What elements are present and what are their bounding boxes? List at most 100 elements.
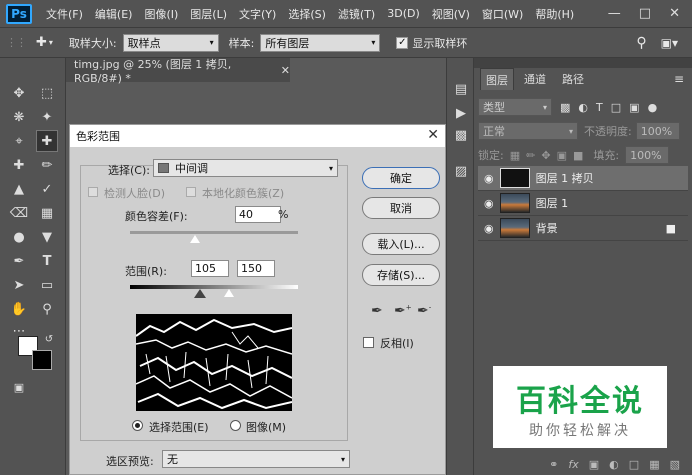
visibility-eye-icon[interactable]: ◉: [484, 222, 494, 235]
panel-menu-icon[interactable]: ≡: [674, 72, 684, 86]
menu-3d[interactable]: 3D(D): [381, 7, 426, 20]
menu-edit[interactable]: 编辑(E): [89, 6, 139, 22]
zoom-tool-icon[interactable]: ⚲: [36, 298, 58, 320]
pen-tool-icon[interactable]: ✒: [8, 250, 30, 272]
fx-icon[interactable]: fx: [568, 458, 578, 471]
cancel-button[interactable]: 取消: [362, 197, 440, 219]
actions-panel-icon[interactable]: ▶: [450, 102, 472, 124]
delete-layer-icon[interactable]: ▧: [670, 458, 680, 471]
crop-tool-icon[interactable]: ⌖: [8, 130, 30, 152]
lock-transparent-icon[interactable]: ▦: [510, 149, 520, 162]
range-low-input[interactable]: 105: [191, 260, 229, 277]
filter-smart-icon[interactable]: ▣: [629, 101, 639, 114]
adjust-panel-icon[interactable]: ▨: [450, 160, 472, 182]
save-button[interactable]: 存储(S)...: [362, 264, 440, 286]
close-tab-icon[interactable]: ✕: [281, 64, 290, 77]
visibility-eye-icon[interactable]: ◉: [484, 172, 494, 185]
marquee-tool-icon[interactable]: ⬚: [36, 82, 58, 104]
magic-wand-tool-icon[interactable]: ✦: [36, 106, 58, 128]
search-icon[interactable]: ⚲: [636, 35, 646, 51]
type-tool-icon[interactable]: T: [36, 250, 58, 272]
range-low-thumb[interactable]: [194, 289, 206, 298]
quick-mask-icon[interactable]: ▣: [8, 376, 30, 398]
tab-layers[interactable]: 图层: [480, 68, 514, 90]
hand-tool-icon[interactable]: ✋: [8, 298, 30, 320]
swap-colors-icon[interactable]: ↺: [42, 332, 56, 346]
menu-image[interactable]: 图像(I): [138, 6, 184, 22]
lasso-tool-icon[interactable]: ❋: [8, 106, 30, 128]
eraser-tool-icon[interactable]: ⌫: [8, 202, 30, 224]
filter-type-icon[interactable]: T: [596, 101, 603, 114]
rectangle-tool-icon[interactable]: ▭: [36, 274, 58, 296]
sample-select[interactable]: 所有图层 ▾: [260, 33, 381, 52]
lock-artboard-icon[interactable]: ▣: [557, 149, 567, 162]
fuzziness-slider-thumb[interactable]: [190, 235, 200, 243]
brush-tool-icon[interactable]: ✏: [36, 154, 58, 176]
fuzziness-input[interactable]: 40: [235, 206, 281, 223]
fill-input[interactable]: 100%: [625, 146, 670, 164]
menu-select[interactable]: 选择(S): [282, 6, 332, 22]
invert-checkbox[interactable]: [363, 337, 374, 348]
opacity-input[interactable]: 100%: [635, 122, 680, 140]
tab-channels[interactable]: 通道: [518, 68, 552, 90]
add-mask-icon[interactable]: ▣: [589, 458, 599, 471]
menu-view[interactable]: 视图(V): [426, 6, 476, 22]
link-layers-icon[interactable]: ⚭: [549, 458, 558, 471]
menu-type[interactable]: 文字(Y): [233, 6, 282, 22]
range-gradient-bar[interactable]: [130, 285, 298, 289]
range-high-thumb[interactable]: [224, 289, 234, 297]
close-icon[interactable]: ✕: [669, 6, 680, 21]
tab-paths[interactable]: 路径: [556, 68, 590, 90]
blur-tool-icon[interactable]: ●: [8, 226, 30, 248]
menu-window[interactable]: 窗口(W): [476, 6, 529, 22]
menu-file[interactable]: 文件(F): [40, 6, 89, 22]
healing-tool-icon[interactable]: ✚: [8, 154, 30, 176]
filter-shape-icon[interactable]: □: [611, 101, 621, 114]
menu-filter[interactable]: 滤镜(T): [332, 6, 381, 22]
radio-image[interactable]: [230, 420, 241, 431]
maximize-icon[interactable]: □: [639, 6, 651, 21]
eyedropper-icon[interactable]: ✒: [371, 303, 383, 319]
radio-selection[interactable]: [132, 420, 143, 431]
layer-row[interactable]: ◉ 图层 1: [478, 191, 688, 216]
filter-toggle-icon[interactable]: ●: [648, 101, 658, 114]
history-brush-tool-icon[interactable]: ✓: [36, 178, 58, 200]
menu-help[interactable]: 帮助(H): [529, 6, 580, 22]
visibility-eye-icon[interactable]: ◉: [484, 197, 494, 210]
properties-panel-icon[interactable]: ▩: [450, 124, 472, 146]
gradient-tool-icon[interactable]: ▦: [36, 202, 58, 224]
sample-size-select[interactable]: 取样点 ▾: [122, 33, 219, 52]
preview-select[interactable]: 无 ▾: [162, 450, 350, 468]
background-color-swatch[interactable]: [32, 350, 52, 370]
new-layer-icon[interactable]: ▦: [649, 458, 659, 471]
eyedropper-tool-icon[interactable]: ✚: [36, 35, 47, 50]
ok-button[interactable]: 确定: [362, 167, 440, 189]
layer-row[interactable]: ◉ 图层 1 拷贝: [478, 166, 688, 191]
range-high-input[interactable]: 150: [237, 260, 275, 277]
filter-adjust-icon[interactable]: ◐: [578, 101, 588, 114]
workspace-icon[interactable]: ▣▾: [661, 36, 678, 50]
eyedropper-tool-icon[interactable]: ✚: [36, 130, 58, 152]
menu-layer[interactable]: 图层(L): [184, 6, 233, 22]
stamp-tool-icon[interactable]: ▲: [8, 178, 30, 200]
fuzziness-slider-track[interactable]: [130, 231, 298, 234]
document-tab[interactable]: timg.jpg @ 25% (图层 1 拷贝, RGB/8#) * ✕: [66, 58, 290, 85]
eyedropper-minus-icon[interactable]: ✒-: [417, 303, 431, 319]
layer-row[interactable]: ◉ 背景 ■: [478, 216, 688, 241]
localized-checkbox[interactable]: [186, 187, 196, 197]
adjustment-layer-icon[interactable]: ◐: [609, 458, 619, 471]
blend-mode-select[interactable]: 正常 ▾: [478, 122, 578, 140]
filter-pixel-icon[interactable]: ▩: [560, 101, 570, 114]
close-icon[interactable]: ✕: [427, 127, 439, 143]
filter-kind-select[interactable]: 类型 ▾: [478, 98, 552, 116]
dropdown-arrow-icon[interactable]: ▾: [49, 38, 53, 47]
lock-all-icon[interactable]: ■: [573, 149, 583, 162]
select-dropdown[interactable]: 中间调 ▾: [153, 159, 338, 177]
load-button[interactable]: 载入(L)...: [362, 233, 440, 255]
lock-image-icon[interactable]: ✏: [526, 149, 535, 162]
eyedropper-plus-icon[interactable]: ✒+: [394, 303, 412, 319]
move-tool-icon[interactable]: ✥: [8, 82, 30, 104]
lock-position-icon[interactable]: ✥: [541, 149, 550, 162]
new-group-icon[interactable]: □: [629, 458, 639, 471]
show-ring-checkbox[interactable]: ✓: [396, 36, 409, 49]
